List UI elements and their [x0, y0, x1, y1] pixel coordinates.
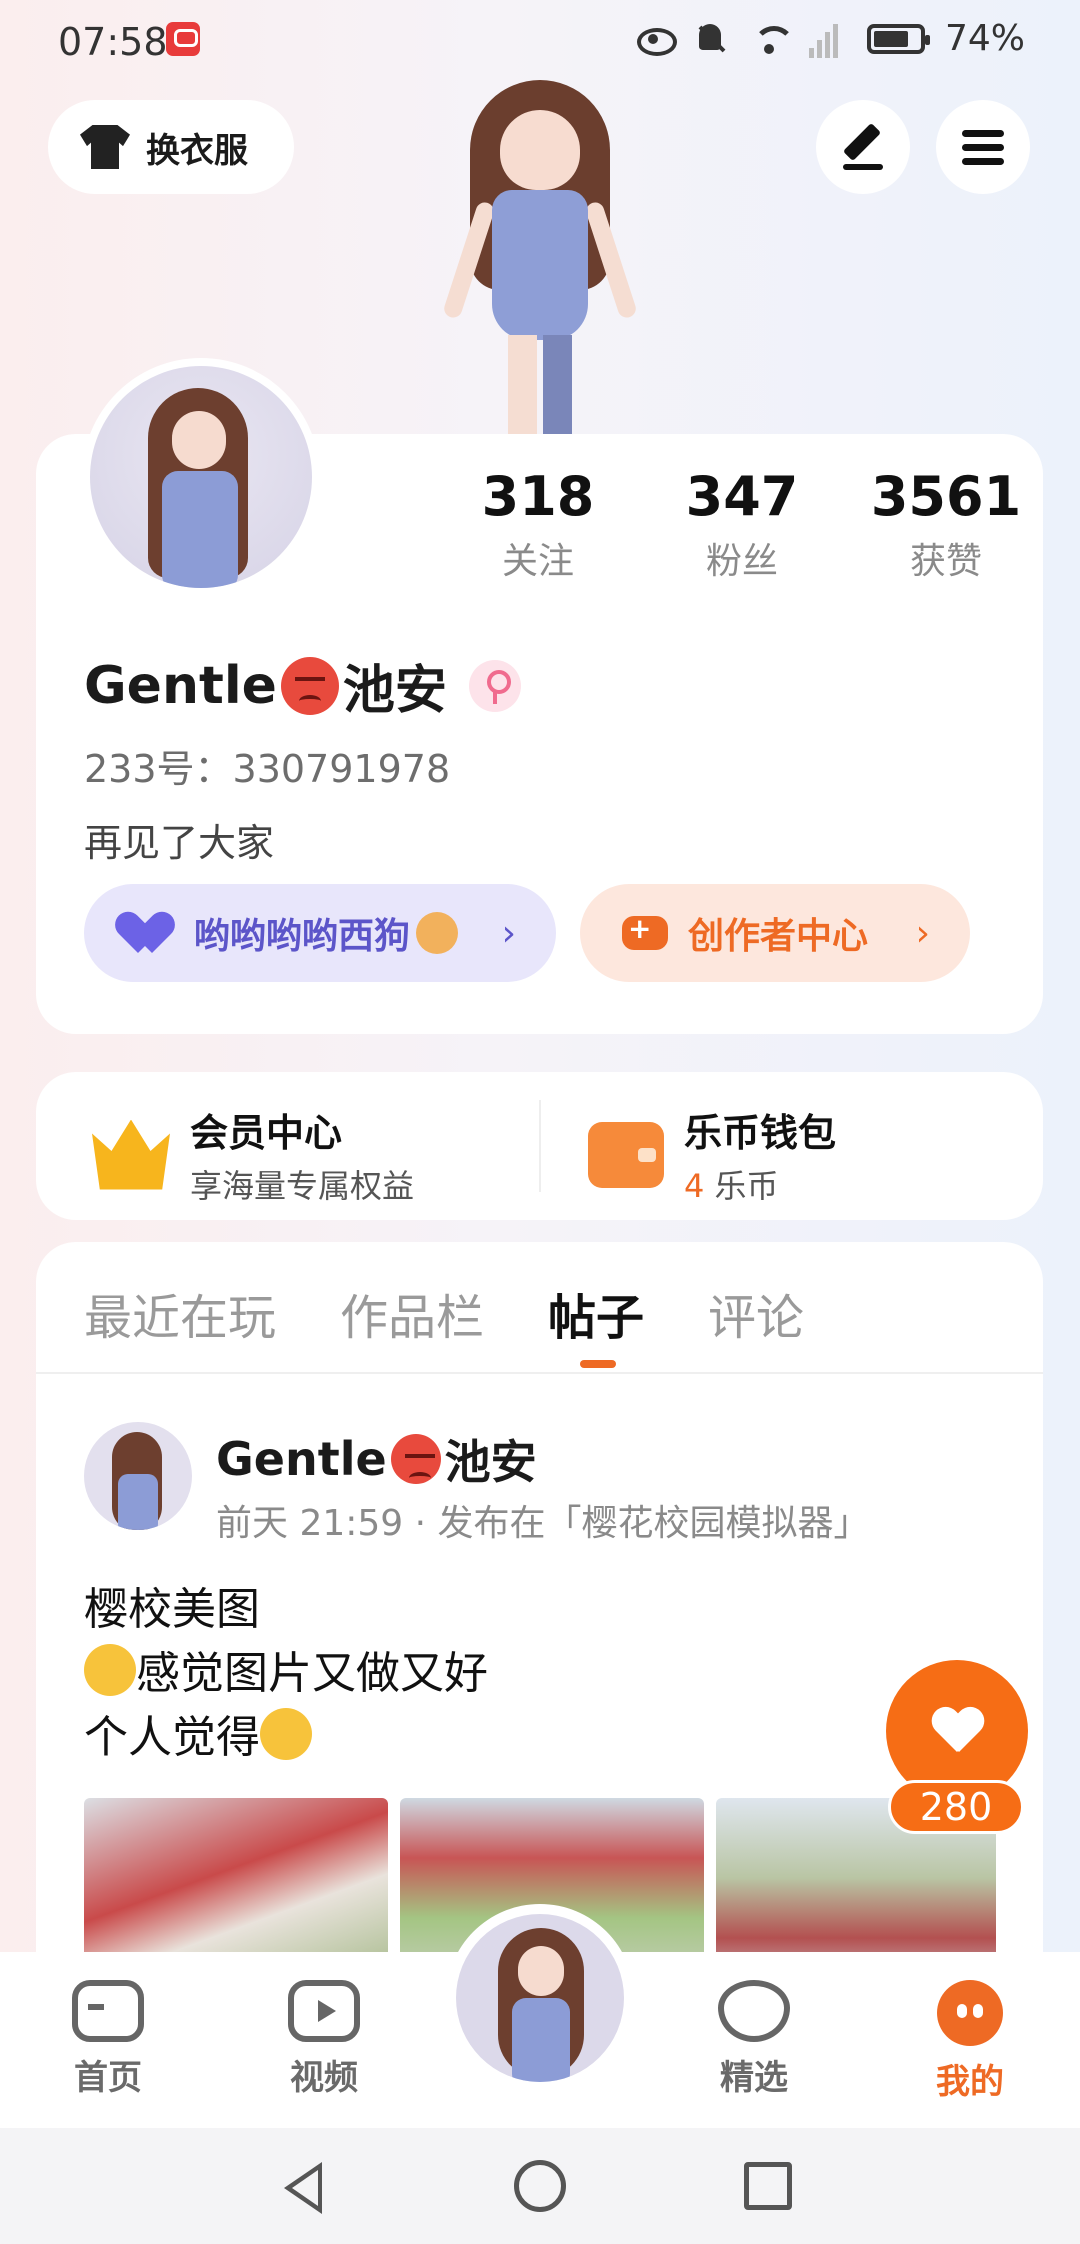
nav-label: 视频	[290, 2058, 358, 2098]
shirt-icon	[80, 125, 130, 169]
stat-value: 318	[481, 465, 595, 528]
dog-emoji-icon	[416, 912, 459, 954]
battery-icon	[866, 23, 930, 54]
wallet-count: 4	[684, 1167, 705, 1205]
heart-icon	[126, 913, 174, 953]
app-notification-icon	[166, 22, 200, 56]
profile-avatar[interactable]	[82, 358, 320, 596]
angry-emoji-icon	[280, 656, 339, 715]
pen-icon	[843, 120, 883, 172]
status-icons: 74%	[635, 18, 1025, 59]
nav-featured[interactable]: 精选	[694, 1980, 814, 2099]
heart-icon	[931, 1708, 983, 1754]
content-card: 最近在玩 作品栏 帖子 评论 Gentle 池安 前天 21:59 · 发布在「…	[36, 1242, 1043, 1962]
post-line-3: 个人觉得	[84, 1706, 488, 1770]
face-icon	[937, 1980, 1003, 2046]
group-chip-button[interactable]: 哟哟哟哟西狗 ›	[84, 884, 556, 982]
vip-center-button[interactable]: 会员中心 享海量专属权益	[92, 1102, 414, 1207]
avatar-character-figure[interactable]	[430, 80, 650, 435]
profile-id: 233号：330791978	[84, 747, 451, 791]
tab-comments[interactable]: 评论	[708, 1278, 804, 1348]
eye-icon	[635, 20, 677, 58]
wallet-button[interactable]: 乐币钱包 4 乐币	[588, 1102, 836, 1207]
status-time: 07:58	[58, 20, 168, 64]
stat-label: 粉丝	[705, 541, 778, 582]
nav-video[interactable]: 视频	[264, 1980, 384, 2099]
change-outfit-button[interactable]: 换衣服	[48, 100, 294, 194]
creator-center-button[interactable]: 创作者中心 ›	[580, 884, 970, 982]
group-chip-label: 哟哟哟哟西狗	[194, 916, 411, 957]
post-author-name[interactable]: Gentle 池安	[216, 1426, 537, 1492]
creator-center-label: 创作者中心	[688, 916, 869, 957]
stat-value: 347	[685, 465, 799, 528]
post-line: 个人觉得	[84, 1712, 260, 1763]
divider	[539, 1100, 541, 1192]
female-gender-icon	[468, 659, 521, 712]
heart-icon	[718, 1980, 790, 2042]
stat-label: 获赞	[909, 541, 982, 582]
stat-label: 关注	[501, 541, 574, 582]
stat-following[interactable]: 318 关注	[436, 465, 640, 584]
post-line: 樱校美图	[84, 1584, 260, 1635]
stat-followers[interactable]: 347 粉丝	[640, 465, 844, 584]
vip-subtitle: 享海量专属权益	[190, 1167, 415, 1205]
gamepad-icon	[72, 1980, 144, 2042]
back-icon[interactable]	[284, 2162, 322, 2214]
nav-me[interactable]: 我的	[910, 1980, 1030, 2103]
edit-profile-button[interactable]	[816, 100, 910, 194]
wallet-balance: 4 乐币	[684, 1161, 836, 1207]
profile-name-prefix: Gentle	[84, 655, 277, 716]
change-outfit-label: 换衣服	[146, 130, 248, 171]
crown-icon	[92, 1119, 170, 1190]
tab-recent-played[interactable]: 最近在玩	[84, 1278, 276, 1348]
profile-name: Gentle 池安	[84, 648, 521, 723]
nav-home[interactable]: 首页	[48, 1980, 168, 2099]
menu-button[interactable]	[936, 100, 1030, 194]
like-count: 280	[888, 1780, 1024, 1834]
wallet-title: 乐币钱包	[684, 1111, 837, 1155]
system-navigation-bar	[0, 2128, 1080, 2244]
tab-works[interactable]: 作品栏	[340, 1278, 484, 1348]
divider	[36, 1372, 1043, 1374]
post-author-suffix: 池安	[444, 1435, 537, 1489]
nav-label: 我的	[936, 2062, 1004, 2102]
post-meta: 前天 21:59 · 发布在「樱花校园模拟器」	[216, 1503, 870, 1544]
nav-label: 精选	[720, 2058, 788, 2098]
profile-tabs: 最近在玩 作品栏 帖子 评论	[84, 1278, 804, 1368]
recent-apps-icon[interactable]	[744, 2162, 792, 2210]
angry-emoji-icon	[390, 1434, 441, 1484]
wallet-icon	[588, 1121, 664, 1188]
hamburger-icon	[962, 130, 1004, 166]
battery-percent: 74%	[944, 18, 1025, 59]
profile-bio: 再见了大家	[84, 821, 275, 865]
status-bar: 07:58 74%	[0, 0, 1080, 86]
stat-likes[interactable]: 3561 获赞	[844, 465, 1048, 584]
nav-label: 首页	[74, 2058, 142, 2098]
post-line-2: 感觉图片又做又好	[84, 1642, 488, 1706]
chevron-right-icon: ›	[915, 912, 930, 954]
post-line: 感觉图片又做又好	[136, 1648, 488, 1699]
mute-icon	[693, 20, 731, 58]
stat-value: 3561	[870, 465, 1022, 528]
post-body[interactable]: 樱校美图 感觉图片又做又好 个人觉得	[84, 1578, 488, 1770]
wifi-icon	[751, 20, 795, 58]
post-author-prefix: Gentle	[216, 1432, 387, 1486]
play-icon	[288, 1980, 360, 2042]
signal-icon	[808, 20, 847, 58]
gamepad-icon	[622, 912, 668, 950]
center-avatar-button[interactable]	[446, 1904, 634, 2092]
profile-name-suffix: 池安	[342, 661, 447, 721]
smile-emoji-icon	[84, 1644, 136, 1696]
chevron-right-icon: ›	[501, 912, 516, 954]
yum-emoji-icon	[260, 1708, 312, 1760]
home-circle-icon[interactable]	[514, 2160, 566, 2212]
member-card: 会员中心 享海量专属权益 乐币钱包 4 乐币	[36, 1072, 1043, 1220]
post-image[interactable]	[84, 1798, 388, 1962]
wallet-unit: 乐币	[704, 1167, 779, 1205]
vip-title: 会员中心	[190, 1111, 343, 1155]
tab-posts[interactable]: 帖子	[548, 1278, 644, 1368]
post-author-avatar[interactable]	[84, 1422, 192, 1530]
profile-stats: 318 关注 347 粉丝 3561 获赞	[436, 465, 1048, 584]
